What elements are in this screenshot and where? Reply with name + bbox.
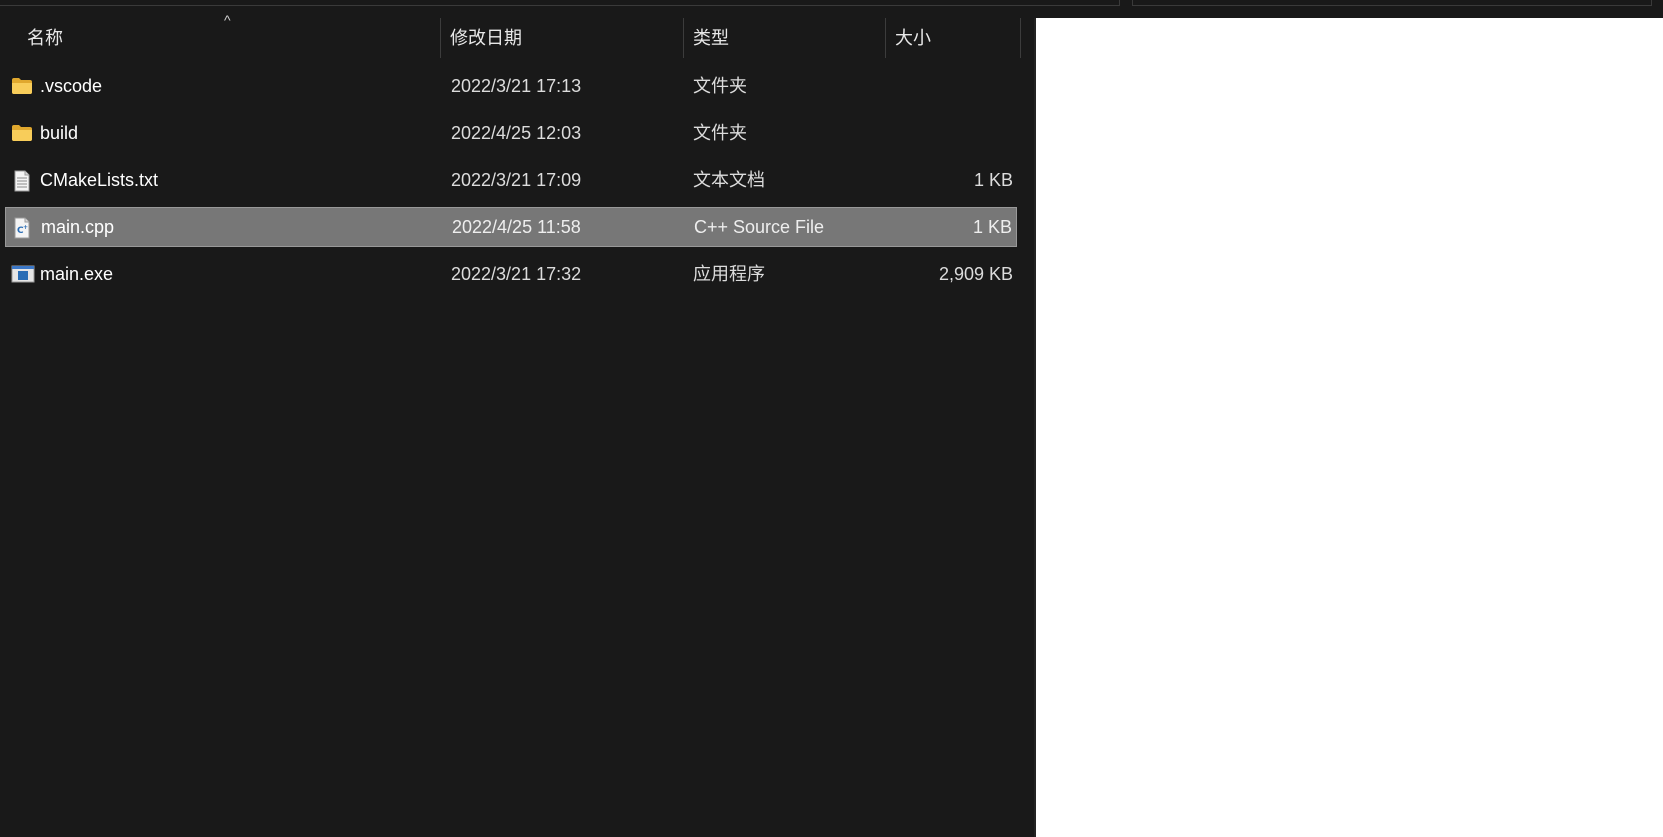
column-header-date[interactable]: 修改日期 xyxy=(450,18,680,58)
column-date-label: 修改日期 xyxy=(450,28,522,48)
file-date: 2022/3/21 17:13 xyxy=(451,76,582,96)
file-name: .vscode xyxy=(40,76,103,96)
file-date: 2022/3/21 17:32 xyxy=(451,264,582,284)
file-type: 文件夹 xyxy=(693,76,747,96)
file-type: 文本文档 xyxy=(693,170,765,190)
file-row[interactable]: build 2022/4/25 12:03 文件夹 xyxy=(5,113,1017,153)
cpp-file-icon: C + xyxy=(11,217,33,239)
file-row-selected[interactable]: C + main.cpp 2022/4/25 11:58 C++ Source … xyxy=(5,207,1017,247)
file-size: 1 KB xyxy=(972,217,1012,237)
column-header-type[interactable]: 类型 xyxy=(693,18,883,58)
file-row[interactable]: main.exe 2022/3/21 17:32 应用程序 2,909 KB xyxy=(5,254,1017,294)
folder-icon xyxy=(11,123,33,143)
file-size: 1 KB xyxy=(973,170,1013,190)
file-name: main.exe xyxy=(40,264,114,284)
file-row[interactable]: .vscode 2022/3/21 17:13 文件夹 xyxy=(5,66,1017,106)
column-name-label: 名称 xyxy=(27,28,63,48)
file-date: 2022/4/25 11:58 xyxy=(452,217,581,237)
file-size: 2,909 KB xyxy=(938,264,1013,284)
file-type: 文件夹 xyxy=(693,123,747,143)
file-name: main.cpp xyxy=(41,217,115,237)
file-type: C++ Source File xyxy=(694,217,825,237)
file-type: 应用程序 xyxy=(693,264,765,284)
column-divider[interactable] xyxy=(440,18,441,58)
file-date: 2022/3/21 17:09 xyxy=(451,170,582,190)
file-list-pane: ^ 名称 修改日期 类型 大小 .vscode 2022/3/21 17:13 … xyxy=(0,12,1034,837)
column-type-label: 类型 xyxy=(693,28,729,48)
preview-pane xyxy=(1036,18,1663,837)
file-row[interactable]: CMakeLists.txt 2022/3/21 17:09 文本文档 1 KB xyxy=(5,160,1017,200)
column-divider[interactable] xyxy=(885,18,886,58)
toolbar-strip xyxy=(0,0,1663,18)
exe-file-icon xyxy=(11,264,35,284)
column-size-label: 大小 xyxy=(895,28,931,48)
column-header-size[interactable]: 大小 xyxy=(895,18,1015,58)
column-header-name[interactable]: 名称 xyxy=(27,18,437,58)
text-file-icon xyxy=(11,170,33,192)
folder-icon xyxy=(11,76,33,96)
file-name: build xyxy=(40,123,79,143)
file-name: CMakeLists.txt xyxy=(40,170,159,190)
column-header: ^ 名称 修改日期 类型 大小 xyxy=(0,12,1034,58)
svg-text:+: + xyxy=(23,224,28,231)
address-bar[interactable] xyxy=(0,0,1120,6)
file-date: 2022/4/25 12:03 xyxy=(451,123,582,143)
column-divider[interactable] xyxy=(683,18,684,58)
search-box[interactable] xyxy=(1132,0,1652,6)
column-divider[interactable] xyxy=(1020,18,1021,58)
